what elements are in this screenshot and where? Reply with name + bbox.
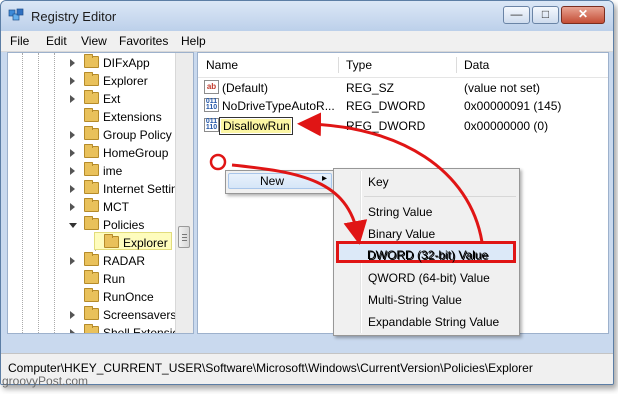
menu-item-dword-value[interactable]: DWORD (32-bit) Value xyxy=(368,249,489,263)
watermark: groovyPost.com xyxy=(2,374,89,388)
annotation-arrows xyxy=(209,112,484,245)
arrow-to-dword xyxy=(231,163,368,245)
click-marker-icon xyxy=(209,153,227,171)
arrow-to-new-value xyxy=(297,112,484,243)
